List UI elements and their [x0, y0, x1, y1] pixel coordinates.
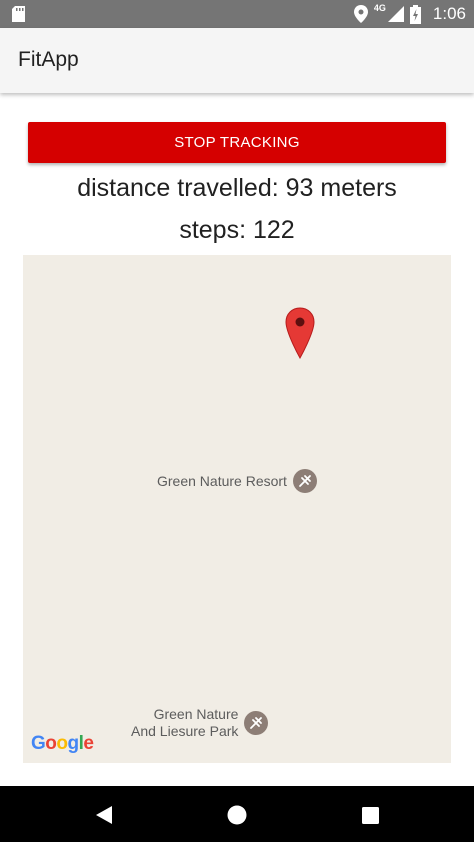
park-icon — [244, 711, 269, 735]
status-icons: 4G 1:06 — [353, 0, 466, 28]
park-icon — [292, 469, 317, 493]
distance-text: distance travelled: 93 meters — [77, 174, 397, 202]
navigation-bar — [0, 786, 474, 842]
recents-button[interactable] — [359, 804, 381, 826]
app-title: FitApp — [18, 48, 79, 71]
google-logo: Google — [31, 733, 94, 755]
app-bar: FitApp — [0, 28, 474, 93]
home-button[interactable] — [226, 804, 248, 826]
back-icon — [96, 806, 112, 824]
back-button[interactable] — [93, 804, 115, 826]
battery-charging-icon — [409, 4, 421, 24]
poi-green-nature-resort[interactable]: Green Nature Resort — [157, 469, 317, 493]
clock: 1:06 — [432, 4, 466, 23]
sd-card-icon — [12, 6, 25, 22]
signal-icon — [387, 6, 404, 22]
home-icon — [227, 805, 247, 825]
google-logo-letter: o — [45, 733, 57, 754]
status-bar: 4G 1:06 — [0, 0, 474, 28]
recents-icon — [361, 806, 379, 824]
steps-text: steps: 122 — [179, 216, 295, 244]
poi-label-line1: Green Nature — [153, 706, 239, 722]
poi-label-line2: And Liesure Park — [131, 723, 239, 739]
google-logo-letter: e — [83, 733, 94, 754]
google-logo-letter: g — [67, 733, 80, 754]
location-icon — [353, 5, 368, 23]
map-view[interactable]: Green Nature Resort Green Nature And Lie… — [23, 255, 451, 763]
poi-green-nature-park[interactable]: Green Nature And Liesure Park — [131, 706, 269, 740]
map-pin-icon[interactable] — [285, 307, 315, 359]
google-logo-letter: o — [56, 733, 68, 754]
stop-tracking-button[interactable]: STOP TRACKING — [28, 122, 446, 163]
poi-label: Green Nature Resort — [157, 472, 287, 489]
google-logo-letter: G — [31, 733, 46, 754]
network-type-label: 4G — [373, 3, 386, 13]
poi-label: Green Nature And Liesure Park — [131, 706, 238, 740]
